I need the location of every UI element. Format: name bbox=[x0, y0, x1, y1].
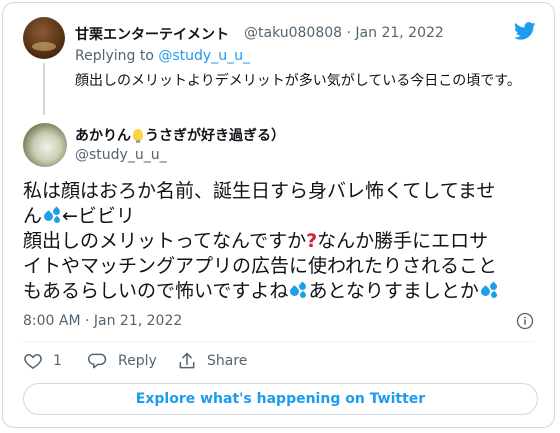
tweet-timestamp[interactable]: 8:00 AM · Jan 21, 2022 bbox=[23, 313, 182, 329]
tweet-text-fragment: なんか勝手にエロサ bbox=[317, 230, 489, 252]
reply-icon bbox=[88, 353, 107, 369]
author-handle[interactable]: @study_u_u_ bbox=[75, 147, 167, 163]
tweet-text-line: 私は顔はおろか名前、誕生日すら身バレ怖くてしてませ bbox=[23, 180, 496, 202]
tweet-text-line: 顔出しのメリットってなんですか?なんか勝手にエロサ bbox=[23, 229, 538, 254]
tweet-text-fragment: もあるらしいので怖いですよね bbox=[23, 280, 289, 302]
replying-to-handle-link[interactable]: @study_u_u_ bbox=[158, 48, 250, 64]
info-icon[interactable] bbox=[516, 312, 534, 330]
tweet-text-fragment: 顔出しのメリットってなんですか bbox=[23, 230, 307, 252]
tweet-text-fragment: ん bbox=[23, 205, 43, 227]
tweet-text-line: ん ←ビビリ bbox=[23, 204, 538, 229]
share-icon bbox=[179, 352, 195, 369]
parent-tweet-text: 顔出しのメリットよりデメリットが多い気がしている今日この頃です。 bbox=[75, 73, 521, 89]
twitter-bird-icon[interactable] bbox=[512, 20, 538, 42]
parent-display-name[interactable]: 甘栗エンターテイメント bbox=[75, 24, 229, 44]
share-label: Share bbox=[207, 353, 248, 369]
replying-to-label: Replying to bbox=[75, 48, 154, 64]
tweet-text-line: もあるらしいので怖いですよね あとなりすましとか bbox=[23, 279, 538, 304]
divider bbox=[23, 341, 534, 342]
heart-icon bbox=[24, 353, 42, 369]
reply-button[interactable]: Reply bbox=[88, 351, 157, 371]
replying-to: Replying to @study_u_u_ bbox=[75, 48, 250, 64]
author-name-part2: うさぎが好き過ぎる） bbox=[145, 128, 285, 144]
tweet-text-line: イトやマッチングアプリの広告に使われたりされること bbox=[23, 255, 498, 277]
sweat-drops-emoji bbox=[479, 281, 499, 300]
tweet-embed-card: 甘栗エンターテイメント @taku080808 · Jan 21, 2022 R… bbox=[2, 2, 555, 428]
thread-connector-line bbox=[43, 63, 45, 115]
sweat-drops-emoji bbox=[42, 206, 62, 225]
like-button[interactable]: 1 bbox=[23, 351, 62, 371]
share-button[interactable]: Share bbox=[177, 351, 247, 371]
parent-avatar[interactable] bbox=[23, 17, 65, 59]
explore-twitter-button[interactable]: Explore what's happening on Twitter bbox=[23, 383, 538, 415]
tweet-text-fragment: あとなりすましとか bbox=[308, 280, 479, 302]
tweet-text-fragment: ←ビビリ bbox=[62, 205, 135, 227]
light-bulb-emoji bbox=[133, 129, 143, 143]
author-avatar[interactable] bbox=[23, 123, 67, 167]
author-name-part1: あかりん bbox=[75, 128, 131, 144]
sweat-drops-emoji bbox=[288, 281, 308, 300]
reply-label: Reply bbox=[118, 353, 157, 369]
tweet-text: 私は顔はおろか名前、誕生日すら身バレ怖くてしてませ ん ←ビビリ 顔出しのメリット… bbox=[23, 179, 538, 304]
red-question-mark-emoji: ? bbox=[306, 230, 318, 252]
author-display-name[interactable]: あかりん うさぎが好き過ぎる） bbox=[75, 125, 285, 145]
parent-handle-date[interactable]: @taku080808 · Jan 21, 2022 bbox=[244, 25, 444, 41]
like-count: 1 bbox=[53, 353, 62, 369]
